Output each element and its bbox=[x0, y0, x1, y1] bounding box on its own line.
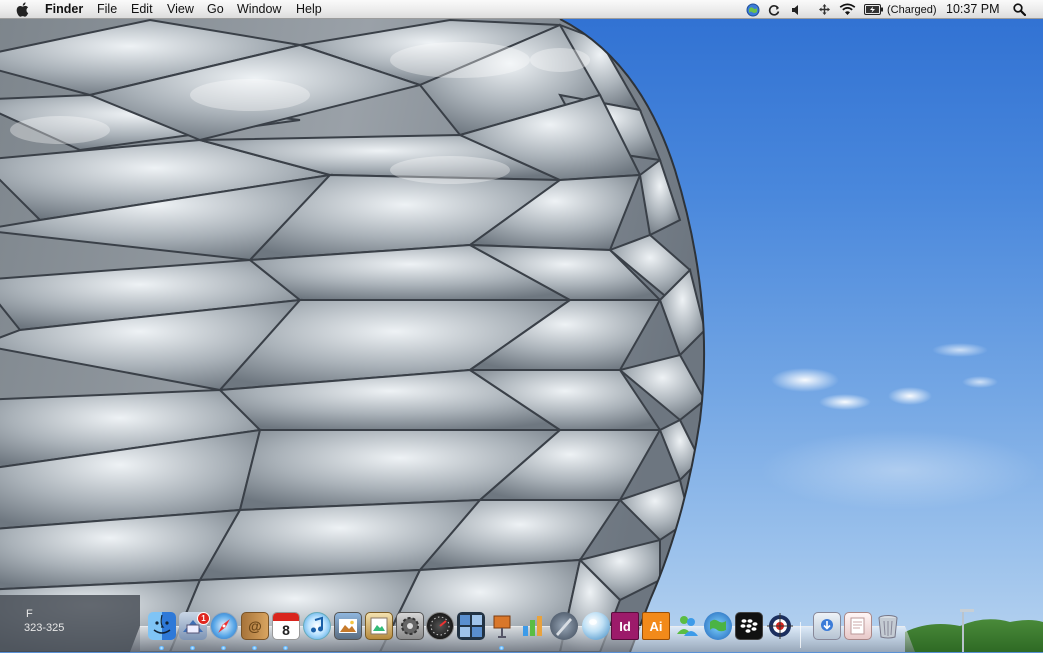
running-indicator bbox=[190, 646, 195, 650]
desktop-wallpaper: F 323-325 bbox=[0, 0, 1043, 652]
battery-charge-text[interactable]: (Charged) bbox=[887, 3, 937, 18]
running-indicator bbox=[221, 646, 226, 650]
volume-icon bbox=[792, 4, 798, 15]
marble-icon bbox=[589, 619, 597, 625]
battery-icon bbox=[864, 4, 883, 15]
cloud bbox=[888, 387, 932, 405]
running-indicator bbox=[159, 646, 164, 650]
menu-file[interactable]: File bbox=[97, 2, 117, 17]
spaces-icon bbox=[460, 615, 482, 637]
dock-preview[interactable] bbox=[365, 612, 393, 640]
dock-numbers[interactable] bbox=[519, 612, 547, 640]
iphoto-icon bbox=[339, 619, 357, 633]
dock-messenger[interactable] bbox=[673, 612, 701, 640]
spotlight-button[interactable] bbox=[1013, 0, 1026, 19]
wifi-icon bbox=[839, 3, 856, 15]
spaces-status[interactable] bbox=[818, 0, 831, 19]
dock-itunes[interactable] bbox=[303, 612, 331, 640]
dock-keynote[interactable] bbox=[488, 612, 516, 640]
dock-ical[interactable]: 8 bbox=[272, 612, 300, 640]
dock-safari[interactable] bbox=[210, 612, 238, 640]
search-icon bbox=[1013, 3, 1026, 16]
apple-menu[interactable] bbox=[16, 2, 29, 21]
running-indicator bbox=[283, 646, 288, 650]
volume-status[interactable] bbox=[791, 0, 801, 19]
ical-day: 8 bbox=[282, 622, 290, 638]
itunes-icon bbox=[311, 616, 323, 633]
menu-view[interactable]: View bbox=[167, 2, 194, 17]
haze bbox=[760, 430, 1040, 510]
running-indicator bbox=[499, 646, 504, 650]
running-indicator bbox=[252, 646, 257, 650]
preview-icon bbox=[370, 617, 388, 635]
allianz-arena-facade bbox=[0, 19, 705, 652]
time-machine-status[interactable] bbox=[767, 0, 781, 19]
dock-spaces[interactable] bbox=[457, 612, 485, 640]
dock-address-book[interactable]: @ bbox=[241, 612, 269, 640]
menu-edit[interactable]: Edit bbox=[131, 2, 153, 17]
numbers-icon bbox=[523, 616, 542, 636]
blackberry-icon bbox=[740, 619, 758, 633]
dock-target[interactable] bbox=[766, 612, 794, 640]
menu-window[interactable]: Window bbox=[237, 2, 281, 17]
battery-status[interactable] bbox=[864, 0, 884, 19]
dock-finder[interactable] bbox=[148, 612, 176, 640]
mail-badge: 1 bbox=[197, 612, 210, 625]
address-book-icon: @ bbox=[248, 618, 262, 634]
dock-illustrator[interactable]: Ai bbox=[642, 612, 670, 640]
menu-help[interactable]: Help bbox=[296, 2, 322, 17]
stadium-photo bbox=[0, 18, 1043, 652]
dock-marble[interactable] bbox=[582, 612, 610, 640]
dock-documents[interactable] bbox=[844, 612, 872, 640]
lamp-post bbox=[962, 610, 964, 652]
cloud bbox=[819, 394, 871, 410]
wifi-status[interactable] bbox=[839, 0, 856, 19]
safari-icon bbox=[218, 619, 230, 633]
pen-tool-icon bbox=[556, 618, 572, 636]
messenger-icon bbox=[677, 616, 698, 636]
dock-separator bbox=[800, 622, 801, 648]
svg-text:@: @ bbox=[248, 618, 262, 634]
menu-bar: Finder File Edit View Go Window Help (Ch… bbox=[0, 0, 1043, 19]
lamp-head bbox=[960, 609, 974, 612]
menu-go[interactable]: Go bbox=[207, 2, 224, 17]
status-extra-icon[interactable] bbox=[746, 0, 760, 19]
cloud bbox=[771, 368, 839, 392]
cloud bbox=[932, 343, 988, 357]
keynote-icon bbox=[493, 615, 511, 638]
finder-icon bbox=[153, 614, 171, 634]
move-arrows-icon bbox=[819, 4, 830, 15]
network-globe-icon bbox=[746, 3, 760, 16]
dock-globe[interactable] bbox=[704, 612, 732, 640]
cloud bbox=[962, 376, 998, 388]
ical-header bbox=[273, 613, 299, 621]
dock-system-preferences[interactable] bbox=[396, 612, 424, 640]
dashboard-icon bbox=[430, 616, 450, 636]
dock-blackberry[interactable] bbox=[735, 612, 763, 640]
system-preferences-icon bbox=[401, 617, 419, 635]
dock-iphoto[interactable] bbox=[334, 612, 362, 640]
dock-downloads[interactable] bbox=[813, 612, 841, 640]
trees bbox=[905, 619, 1043, 652]
dock-pen-tool[interactable] bbox=[550, 612, 578, 640]
stadium-sign: 323-325 bbox=[24, 622, 65, 634]
app-menu-finder[interactable]: Finder bbox=[45, 2, 83, 17]
dock-indesign[interactable]: Id bbox=[611, 612, 639, 640]
sync-icon bbox=[768, 4, 780, 16]
stadium-sign-prefix: F bbox=[26, 608, 33, 620]
clock[interactable]: 10:37 PM bbox=[946, 2, 1000, 17]
target-icon bbox=[767, 613, 793, 639]
dock-dashboard[interactable] bbox=[426, 612, 454, 640]
downloads-icon bbox=[821, 619, 833, 631]
trash-icon bbox=[878, 615, 898, 639]
globe-icon bbox=[710, 619, 726, 632]
documents-icon bbox=[850, 617, 865, 635]
dock-trash[interactable] bbox=[874, 612, 902, 640]
apple-icon bbox=[16, 2, 29, 17]
